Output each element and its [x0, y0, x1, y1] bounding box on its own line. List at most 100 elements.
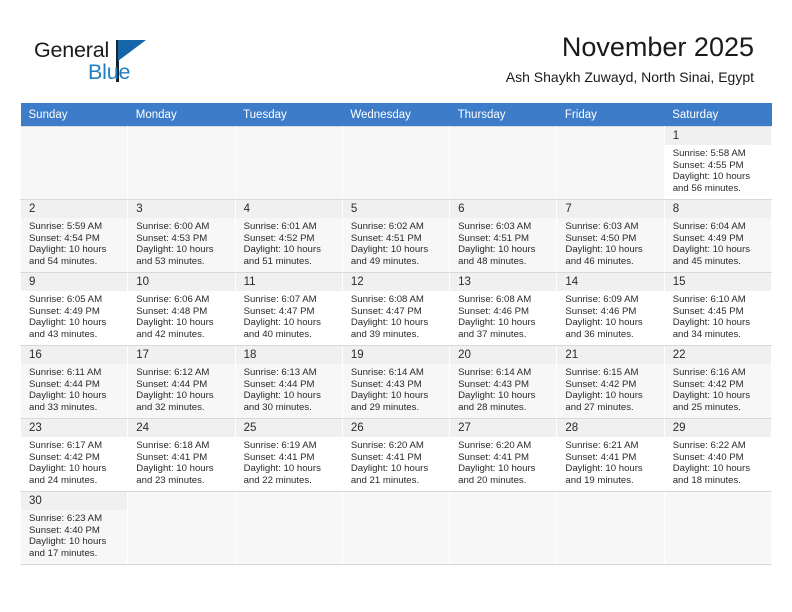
calendar-cell-empty: [19, 126, 129, 200]
calendar-day-cell[interactable]: 12 Sunrise: 6:08 AM Sunset: 4:47 PM Dayligh…: [341, 272, 451, 346]
day-detail-sunset: Sunset: 4:41 PM: [243, 451, 315, 463]
calendar-day-cell[interactable]: 18 Sunrise: 6:13 AM Sunset: 4:44 PM Dayligh…: [234, 345, 343, 419]
day-detail-daylight1: Daylight: 10 hours: [29, 390, 107, 402]
day-detail-sunrise: Sunrise: 5:59 AM: [29, 221, 103, 232]
day-detail-sunrise: Sunrise: 6:03 AM: [565, 221, 639, 232]
calendar-day-cell[interactable]: 14 Sunrise: 6:09 AM Sunset: 4:46 PM Dayligh…: [556, 272, 665, 346]
calendar-day-cell[interactable]: 25 Sunrise: 6:19 AM Sunset: 4:41 PM Dayligh…: [234, 418, 343, 492]
day-cell-inner: 23 Sunrise: 6:17 AM Sunset: 4:42 PM Dayligh…: [21, 419, 128, 491]
calendar-day-cell[interactable]: 21 Sunrise: 6:15 AM Sunset: 4:42 PM Dayligh…: [556, 345, 665, 419]
day-detail-sunset: Sunset: 4:49 PM: [29, 305, 100, 317]
calendar-cell-empty: [449, 491, 558, 565]
calendar-day-cell[interactable]: 4 Sunrise: 6:01 AM Sunset: 4:52 PM Daylight…: [234, 199, 343, 273]
calendar-day-cell[interactable]: 16 Sunrise: 6:11 AM Sunset: 4:44 PM Dayligh…: [19, 345, 129, 419]
day-cell-inner: 7 Sunrise: 6:03 AM Sunset: 4:50 PM Daylight…: [557, 200, 664, 272]
day-detail-daylight2: and 51 minutes.: [243, 255, 312, 267]
day-detail-daylight2: and 32 minutes.: [136, 401, 205, 413]
day-detail-sunrise: Sunrise: 6:20 AM: [458, 440, 532, 451]
day-detail-daylight1: Daylight: 10 hours: [350, 244, 429, 256]
calendar-day-cell[interactable]: 26 Sunrise: 6:20 AM Sunset: 4:41 PM Dayligh…: [341, 418, 451, 492]
day-cell-details: Sunrise: 6:07 AM Sunset: 4:47 PM Daylight:…: [236, 291, 342, 340]
calendar-day-cell[interactable]: 19 Sunrise: 6:14 AM Sunset: 4:43 PM Dayligh…: [341, 345, 451, 419]
day-cell-inner: 1 Sunrise: 5:58 AM Sunset: 4:55 PM Daylight…: [664, 127, 771, 199]
day-cell-inner: 10 Sunrise: 6:06 AM Sunset: 4:48 PM Dayligh…: [128, 273, 235, 345]
day-cell-inner: 21 Sunrise: 6:15 AM Sunset: 4:42 PM Dayligh…: [557, 346, 664, 418]
day-detail-daylight1: Daylight: 10 hours: [565, 390, 643, 402]
weekday-header-tuesday: Tuesday: [235, 103, 343, 127]
day-detail-daylight1: Daylight: 10 hours: [29, 317, 107, 329]
day-detail-sunrise: Sunrise: 6:09 AM: [565, 294, 639, 305]
weekday-header-sunday: Sunday: [20, 103, 128, 127]
day-detail-daylight1: Daylight: 10 hours: [136, 390, 214, 402]
day-number: 24: [128, 419, 235, 437]
day-cell-inner: 6 Sunrise: 6:03 AM Sunset: 4:51 PM Daylight…: [450, 200, 557, 272]
day-detail-sunrise: Sunrise: 6:04 AM: [672, 221, 746, 232]
day-detail-daylight1: Daylight: 10 hours: [350, 463, 429, 475]
day-detail-sunrise: Sunrise: 6:14 AM: [350, 367, 424, 378]
calendar-day-cell[interactable]: 5 Sunrise: 6:02 AM Sunset: 4:51 PM Daylight…: [341, 199, 451, 273]
day-detail-sunset: Sunset: 4:41 PM: [136, 451, 208, 463]
day-detail-daylight2: and 49 minutes.: [350, 255, 420, 267]
generalblue-logo[interactable]: General Blue: [34, 38, 194, 90]
calendar-day-cell[interactable]: 17 Sunrise: 6:12 AM Sunset: 4:44 PM Dayligh…: [127, 345, 236, 419]
calendar-day-cell[interactable]: 2 Sunrise: 5:59 AM Sunset: 4:54 PM Daylight…: [19, 199, 129, 273]
day-cell-details: Sunrise: 6:05 AM Sunset: 4:49 PM Daylight:…: [21, 291, 127, 340]
calendar-day-cell[interactable]: 28 Sunrise: 6:21 AM Sunset: 4:41 PM Dayligh…: [556, 418, 665, 492]
day-cell-details: Sunrise: 6:20 AM Sunset: 4:41 PM Daylight:…: [450, 437, 556, 486]
day-number: 26: [342, 419, 450, 437]
day-detail-daylight2: and 29 minutes.: [350, 401, 420, 413]
calendar-day-cell[interactable]: 11 Sunrise: 6:07 AM Sunset: 4:47 PM Dayligh…: [234, 272, 343, 346]
calendar-day-cell[interactable]: 10 Sunrise: 6:06 AM Sunset: 4:48 PM Dayligh…: [127, 272, 236, 346]
calendar-day-cell[interactable]: 9 Sunrise: 6:05 AM Sunset: 4:49 PM Daylight…: [19, 272, 129, 346]
day-detail-sunset: Sunset: 4:49 PM: [672, 232, 744, 244]
day-detail-daylight1: Daylight: 10 hours: [672, 463, 751, 475]
day-cell-details: Sunrise: 6:08 AM Sunset: 4:46 PM Daylight:…: [450, 291, 556, 340]
day-detail-daylight1: Daylight: 10 hours: [458, 390, 536, 402]
day-detail-sunset: Sunset: 4:51 PM: [350, 232, 422, 244]
calendar-day-cell[interactable]: 20 Sunrise: 6:14 AM Sunset: 4:43 PM Dayligh…: [449, 345, 558, 419]
calendar-day-cell[interactable]: 6 Sunrise: 6:03 AM Sunset: 4:51 PM Daylight…: [449, 199, 558, 273]
day-detail-daylight2: and 25 minutes.: [672, 401, 741, 413]
day-detail-daylight1: Daylight: 10 hours: [29, 244, 107, 256]
calendar-day-cell[interactable]: 1 Sunrise: 5:58 AM Sunset: 4:55 PM Daylight…: [663, 126, 773, 200]
day-detail-daylight2: and 53 minutes.: [136, 255, 205, 267]
day-cell-details: Sunrise: 6:09 AM Sunset: 4:46 PM Daylight:…: [557, 291, 663, 340]
calendar-day-cell[interactable]: 22 Sunrise: 6:16 AM Sunset: 4:42 PM Dayligh…: [663, 345, 773, 419]
day-detail-sunrise: Sunrise: 6:14 AM: [458, 367, 532, 378]
day-number: 28: [557, 419, 664, 437]
day-cell-details: Sunrise: 6:03 AM Sunset: 4:50 PM Daylight:…: [557, 218, 663, 267]
calendar-day-cell[interactable]: 8 Sunrise: 6:04 AM Sunset: 4:49 PM Daylight…: [663, 199, 773, 273]
day-cell-inner: 3 Sunrise: 6:00 AM Sunset: 4:53 PM Daylight…: [128, 200, 235, 272]
title-block: November 2025 Ash Shaykh Zuwayd, North S…: [506, 30, 754, 88]
day-detail-daylight1: Daylight: 10 hours: [243, 390, 321, 402]
day-detail-daylight1: Daylight: 10 hours: [243, 317, 321, 329]
calendar-day-cell[interactable]: 29 Sunrise: 6:22 AM Sunset: 4:40 PM Dayligh…: [663, 418, 773, 492]
day-detail-sunrise: Sunrise: 6:05 AM: [29, 294, 103, 305]
calendar-day-cell[interactable]: 3 Sunrise: 6:00 AM Sunset: 4:53 PM Daylight…: [127, 199, 236, 273]
day-detail-daylight1: Daylight: 10 hours: [243, 463, 321, 475]
day-cell-details: Sunrise: 6:10 AM Sunset: 4:45 PM Daylight:…: [665, 291, 771, 340]
calendar-day-cell[interactable]: 23 Sunrise: 6:17 AM Sunset: 4:42 PM Dayligh…: [19, 418, 129, 492]
day-detail-daylight1: Daylight: 10 hours: [565, 317, 643, 329]
calendar-day-cell[interactable]: 7 Sunrise: 6:03 AM Sunset: 4:50 PM Daylight…: [556, 199, 665, 273]
day-number: 14: [557, 273, 664, 291]
calendar-day-cell[interactable]: 13 Sunrise: 6:08 AM Sunset: 4:46 PM Dayligh…: [449, 272, 558, 346]
calendar-week-row: 30 Sunrise: 6:23 AM Sunset: 4:40 PM Dayligh…: [19, 491, 773, 565]
day-detail-sunrise: Sunrise: 6:20 AM: [350, 440, 424, 451]
calendar-day-cell[interactable]: 15 Sunrise: 6:10 AM Sunset: 4:45 PM Dayligh…: [663, 272, 773, 346]
calendar-day-cell[interactable]: 24 Sunrise: 6:18 AM Sunset: 4:41 PM Dayligh…: [127, 418, 236, 492]
calendar-day-cell[interactable]: 30 Sunrise: 6:23 AM Sunset: 4:40 PM Dayligh…: [19, 491, 129, 565]
day-number: 25: [235, 419, 342, 437]
day-cell-details: Sunrise: 5:59 AM Sunset: 4:54 PM Daylight:…: [21, 218, 127, 267]
day-detail-daylight2: and 54 minutes.: [29, 255, 98, 267]
calendar-cell-empty: [234, 491, 343, 565]
day-number: 27: [450, 419, 557, 437]
day-detail-sunset: Sunset: 4:41 PM: [565, 451, 637, 463]
day-number: 3: [128, 200, 235, 218]
day-detail-sunrise: Sunrise: 6:18 AM: [136, 440, 210, 451]
calendar-day-cell[interactable]: 27 Sunrise: 6:20 AM Sunset: 4:41 PM Dayligh…: [449, 418, 558, 492]
day-cell-details: Sunrise: 6:04 AM Sunset: 4:49 PM Daylight:…: [665, 218, 771, 267]
day-cell-details: Sunrise: 6:21 AM Sunset: 4:41 PM Daylight:…: [557, 437, 663, 486]
day-number: 21: [557, 346, 664, 364]
day-cell-details: Sunrise: 5:58 AM Sunset: 4:55 PM Daylight:…: [665, 145, 771, 194]
